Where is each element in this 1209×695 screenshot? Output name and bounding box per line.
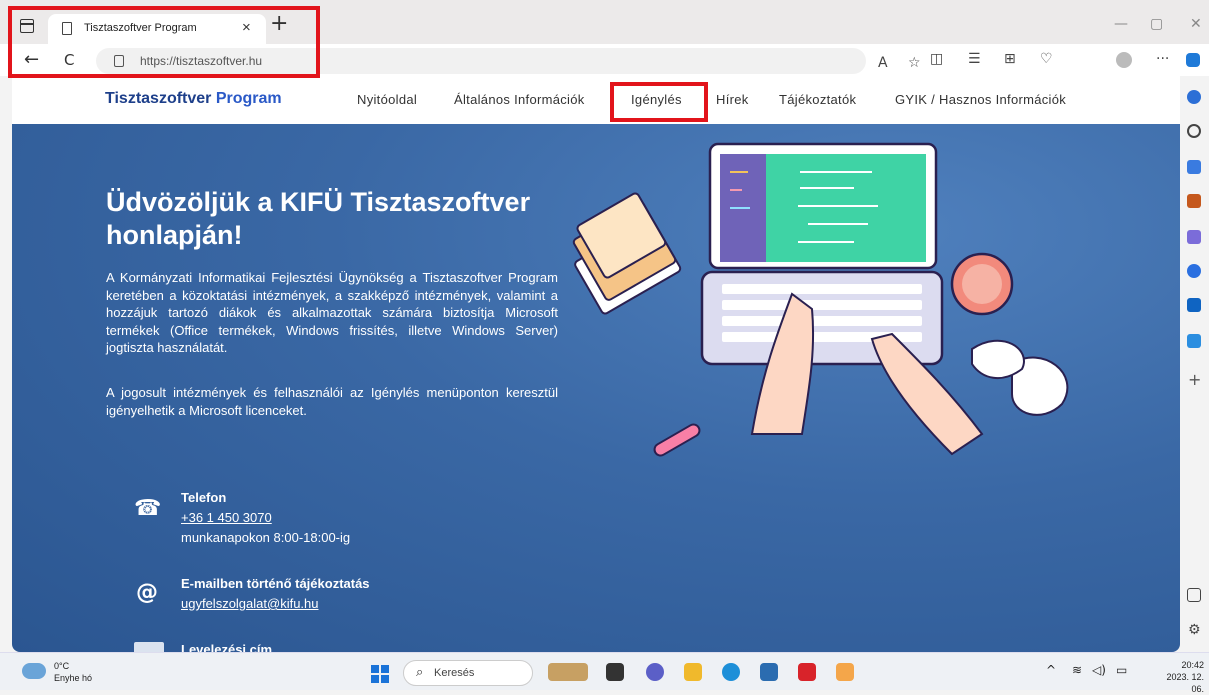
email-icon: @ xyxy=(136,580,158,605)
widget-app-icon[interactable] xyxy=(548,663,588,681)
nav-nyitooldal[interactable]: Nyitóoldal xyxy=(357,92,417,107)
l-app-icon[interactable] xyxy=(798,663,816,681)
games-icon[interactable] xyxy=(1187,230,1201,244)
nav-hirek[interactable]: Hírek xyxy=(716,92,749,107)
volume-icon[interactable]: ◁) xyxy=(1092,663,1106,677)
phone-title: Telefon xyxy=(181,490,227,505)
weather-cloud-icon[interactable] xyxy=(22,663,46,679)
mail-icon xyxy=(134,642,164,652)
weather-description[interactable]: Enyhe hó xyxy=(54,673,92,683)
nav-tajekoztatok[interactable]: Tájékoztatók xyxy=(779,92,856,107)
notification-icon[interactable] xyxy=(1187,90,1201,104)
copilot-icon[interactable] xyxy=(1186,53,1200,67)
wifi-icon[interactable]: ≋ xyxy=(1072,663,1082,677)
clock-time: 20:42 xyxy=(1181,660,1204,670)
weather-temperature[interactable]: 0°C xyxy=(54,661,69,671)
phone-hours: munkanapokon 8:00-18:00-ig xyxy=(181,530,351,545)
read-aloud-icon[interactable]: A xyxy=(878,55,888,71)
more-menu-icon[interactable]: ··· xyxy=(1156,51,1169,67)
battery-icon[interactable]: ▭ xyxy=(1116,663,1127,677)
microsoft-365-icon[interactable] xyxy=(1187,264,1201,278)
add-sidebar-icon[interactable]: + xyxy=(1188,370,1201,389)
outlook-icon[interactable] xyxy=(1187,298,1201,312)
settings-gear-icon[interactable]: ⚙ xyxy=(1188,622,1201,638)
sidebar-toggle-icon[interactable] xyxy=(1187,588,1201,602)
store-icon[interactable] xyxy=(760,663,778,681)
tray-chevron-icon[interactable]: ^ xyxy=(1046,663,1056,677)
tools-icon[interactable] xyxy=(1187,194,1201,208)
postal-title: Levelezési cím xyxy=(181,642,273,652)
hero-paragraph-2: A jogosult intézmények és felhasználói a… xyxy=(106,385,558,418)
site-brand[interactable]: Tisztaszoftver Program xyxy=(105,90,282,108)
favorite-star-icon[interactable]: ☆ xyxy=(908,55,921,71)
hero-section: Üdvözöljük a KIFÜ Tisztaszoftver honlapj… xyxy=(12,124,1180,652)
edge-sidebar: + ⚙ xyxy=(1180,76,1209,652)
performance-icon[interactable]: ♡ xyxy=(1040,51,1053,67)
start-button[interactable] xyxy=(371,665,389,683)
search-icon: ⌕ xyxy=(416,665,424,680)
search-sidebar-icon[interactable] xyxy=(1187,124,1201,138)
favorites-icon[interactable]: ☰ xyxy=(968,51,981,67)
profile-avatar-icon[interactable] xyxy=(1116,52,1132,68)
edge-browser-icon[interactable] xyxy=(722,663,740,681)
minimize-button[interactable]: — xyxy=(1114,16,1128,32)
site-navbar: Tisztaszoftver Program Nyitóoldal Általá… xyxy=(12,76,1180,124)
highlight-igenyles xyxy=(610,82,708,122)
hero-paragraph-1: A Kormányzati Informatikai Fejlesztési Ü… xyxy=(106,270,558,355)
taskbar-search[interactable]: ⌕ Keresés xyxy=(403,660,533,686)
phone-icon: ☎ xyxy=(134,496,162,521)
close-button[interactable]: ✕ xyxy=(1190,16,1202,32)
website-viewport: Tisztaszoftver Program Nyitóoldal Általá… xyxy=(12,76,1180,652)
brand-text-2: Program xyxy=(215,90,282,107)
windows-taskbar: 0°C Enyhe hó ⌕ Keresés ^ ≋ ◁) ▭ 20:42 20… xyxy=(0,652,1209,694)
nav-altalanos-informaciok[interactable]: Általános Információk xyxy=(454,92,585,107)
brand-text-1: Tisztaszoftver xyxy=(105,90,212,107)
drop-icon[interactable] xyxy=(1187,334,1201,348)
paint-app-icon[interactable] xyxy=(836,663,854,681)
browser-window: Tisztaszoftver Program × + — ▢ ✕ ← C htt… xyxy=(0,0,1209,652)
laptop-illustration xyxy=(572,142,1069,457)
highlight-tab-and-url xyxy=(8,6,320,78)
chat-app-icon[interactable] xyxy=(646,663,664,681)
shopping-icon[interactable] xyxy=(1187,160,1201,174)
task-view-icon[interactable] xyxy=(606,663,624,681)
hero-title: Üdvözöljük a KIFÜ Tisztaszoftver honlapj… xyxy=(106,187,531,250)
collections-icon[interactable]: ⊞ xyxy=(1004,51,1016,67)
search-placeholder: Keresés xyxy=(434,667,475,679)
email-link[interactable]: ugyfelszolgalat@kifu.hu xyxy=(181,596,319,611)
clock-date: 2023. 12. 06. xyxy=(1166,672,1204,694)
split-screen-icon[interactable]: ◫ xyxy=(930,51,943,67)
file-explorer-icon[interactable] xyxy=(684,663,702,681)
nav-gyik[interactable]: GYIK / Hasznos Információk xyxy=(895,92,1066,107)
email-title: E-mailben történő tájékoztatás xyxy=(181,576,370,591)
phone-number-link[interactable]: +36 1 450 3070 xyxy=(181,510,272,525)
restore-button[interactable]: ▢ xyxy=(1150,16,1163,32)
